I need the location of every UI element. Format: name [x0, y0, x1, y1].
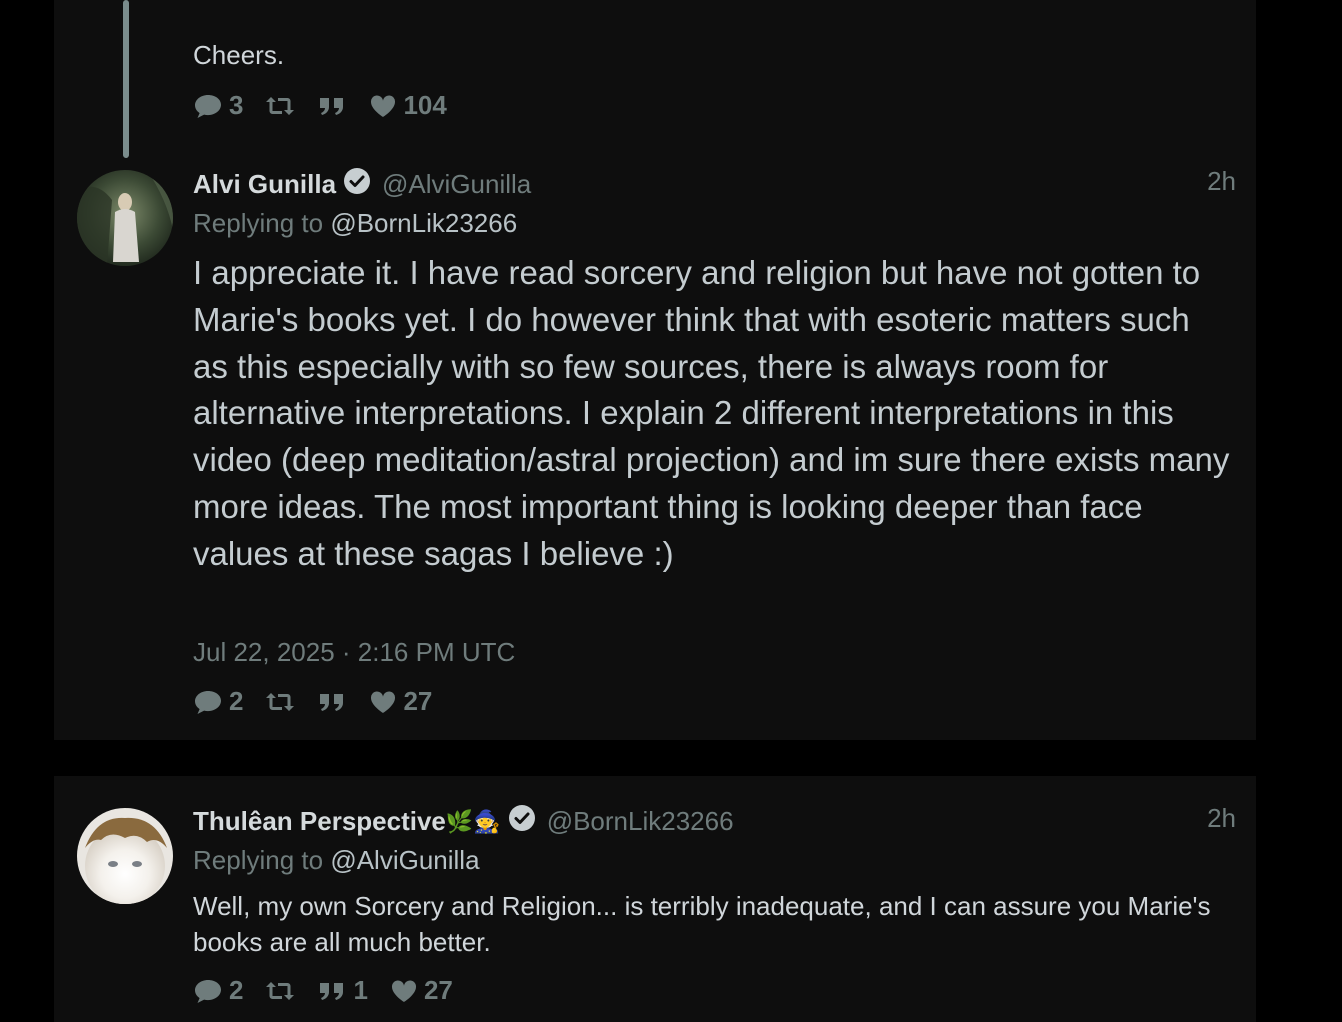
quote-count: 1 [353, 975, 368, 1005]
avatar-image [77, 808, 173, 904]
tweet-stats: 2 1 27 [193, 975, 475, 1006]
quote-button[interactable] [317, 94, 347, 118]
avatar[interactable] [77, 808, 173, 904]
author-name[interactable]: Thulêan Perspective [193, 806, 446, 837]
tweet-time[interactable]: 2h [1207, 166, 1236, 197]
thread-connector-line [123, 0, 129, 158]
tweet-header: Alvi Gunilla @AlviGunilla [193, 166, 531, 203]
quote-icon [320, 982, 344, 1000]
heart-icon [391, 979, 416, 1002]
heart-icon [371, 690, 396, 713]
tweet-text: Cheers. [193, 40, 285, 70]
tweet-text: Well, my own Sorcery and Religion... is … [193, 891, 1211, 957]
tweet-stats: 3 104 [193, 90, 469, 121]
like-button[interactable]: 104 [369, 90, 447, 121]
tweet-time[interactable]: 2h [1207, 803, 1236, 834]
reply-button[interactable]: 3 [193, 90, 243, 121]
retweet-icon [266, 692, 295, 711]
like-button[interactable]: 27 [369, 686, 432, 717]
reply-button[interactable]: 2 [193, 686, 243, 717]
replying-to-handle[interactable]: @AlviGunilla [330, 845, 479, 875]
like-button[interactable]: 27 [390, 975, 453, 1006]
verified-badge-icon [342, 166, 372, 203]
replying-to-handle[interactable]: @BornLik23266 [330, 208, 517, 238]
quote-icon [320, 693, 344, 711]
replying-to: Replying to @BornLik23266 [193, 208, 517, 239]
retweet-button[interactable] [265, 979, 295, 1003]
retweet-icon [266, 981, 295, 1000]
reply-count: 3 [229, 90, 244, 120]
retweet-button[interactable] [265, 94, 295, 118]
comment-bubble-icon [195, 690, 221, 714]
retweet-icon [266, 96, 295, 115]
reply-count: 2 [229, 975, 244, 1005]
tweet-header: Thulêan Perspective 🌿🧙 @BornLik23266 [193, 803, 734, 840]
tweet-text: I appreciate it. I have read sorcery and… [193, 254, 1230, 572]
comment-bubble-icon [195, 94, 221, 118]
replying-to: Replying to @AlviGunilla [193, 845, 480, 876]
avatar-image [77, 170, 173, 266]
tweet-date[interactable]: Jul 22, 2025 · 2:16 PM UTC [193, 637, 515, 668]
author-handle[interactable]: @AlviGunilla [382, 169, 531, 200]
reply-count: 2 [229, 686, 244, 716]
comment-bubble-icon [195, 979, 221, 1003]
like-count: 27 [403, 686, 433, 716]
like-count: 27 [423, 975, 453, 1005]
tweet-separator [54, 740, 1256, 776]
avatar[interactable] [77, 170, 173, 266]
quote-icon [320, 97, 344, 115]
replying-prefix: Replying to [193, 208, 324, 238]
like-count: 104 [403, 90, 447, 120]
quote-button[interactable] [317, 690, 347, 714]
author-name[interactable]: Alvi Gunilla [193, 169, 336, 200]
heart-icon [371, 94, 396, 117]
quote-button[interactable]: 1 [317, 975, 368, 1006]
replying-prefix: Replying to [193, 845, 324, 875]
verified-badge-icon [507, 803, 537, 840]
reply-button[interactable]: 2 [193, 975, 243, 1006]
author-handle[interactable]: @BornLik23266 [547, 806, 734, 837]
name-emoji: 🌿🧙 [445, 808, 501, 834]
retweet-button[interactable] [265, 690, 295, 714]
tweet-stats: 2 27 [193, 686, 454, 717]
